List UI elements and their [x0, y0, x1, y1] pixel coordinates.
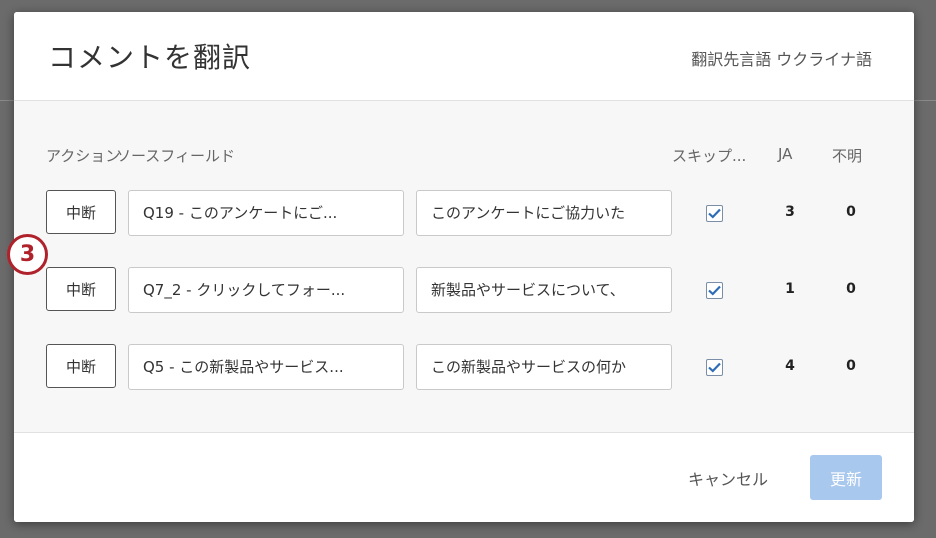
- background-divider: [0, 100, 14, 101]
- target-language-label: 翻訳先言語 ウクライナ語: [691, 50, 872, 69]
- source-field[interactable]: Q7_2 - クリックしてフォー...: [128, 267, 404, 313]
- update-button[interactable]: 更新: [810, 455, 882, 500]
- source-field[interactable]: Q19 - このアンケートにご...: [128, 190, 404, 236]
- translate-comments-dialog: コメントを翻訳 翻訳先言語 ウクライナ語 アクション ソースフィールド スキップ…: [14, 12, 914, 522]
- ja-count: 3: [785, 204, 795, 220]
- column-header-action: アクション: [46, 147, 121, 165]
- background-divider: [914, 100, 936, 101]
- column-header-source: ソースフィールド: [116, 147, 235, 165]
- stop-button[interactable]: 中断: [46, 190, 116, 234]
- translation-row: 中断 Q19 - このアンケートにご... このアンケートにご協力いた 3 0: [14, 190, 914, 238]
- stop-button[interactable]: 中断: [46, 267, 116, 311]
- skip-checkbox[interactable]: [706, 205, 723, 222]
- column-header-unknown: 不明: [832, 147, 863, 165]
- step-number-badge: 3: [7, 234, 48, 275]
- dialog-footer: キャンセル 更新: [14, 433, 914, 522]
- translation-field[interactable]: このアンケートにご協力いた: [416, 190, 672, 236]
- unknown-count: 0: [846, 358, 856, 374]
- translation-row: 中断 Q7_2 - クリックしてフォー... 新製品やサービスについて、 1 0: [14, 267, 914, 315]
- column-header-skip: スキップ...: [672, 147, 747, 165]
- skip-checkbox[interactable]: [706, 282, 723, 299]
- dialog-body: アクション ソースフィールド スキップ... JA 不明 中断 Q19 - この…: [14, 101, 914, 433]
- ja-count: 1: [785, 281, 795, 297]
- unknown-count: 0: [846, 204, 856, 220]
- unknown-count: 0: [846, 281, 856, 297]
- checkmark-icon: [708, 285, 721, 296]
- translation-field[interactable]: この新製品やサービスの何か: [416, 344, 672, 390]
- dialog-title: コメントを翻訳: [48, 41, 252, 74]
- cancel-button[interactable]: キャンセル: [688, 466, 768, 490]
- skip-checkbox[interactable]: [706, 359, 723, 376]
- translation-field[interactable]: 新製品やサービスについて、: [416, 267, 672, 313]
- stop-button[interactable]: 中断: [46, 344, 116, 388]
- ja-count: 4: [785, 358, 795, 374]
- translation-row: 中断 Q5 - この新製品やサービス... この新製品やサービスの何か 4 0: [14, 344, 914, 392]
- checkmark-icon: [708, 208, 721, 219]
- column-header-ja: JA: [778, 145, 793, 163]
- checkmark-icon: [708, 362, 721, 373]
- source-field[interactable]: Q5 - この新製品やサービス...: [128, 344, 404, 390]
- dialog-header: コメントを翻訳 翻訳先言語 ウクライナ語: [14, 12, 914, 101]
